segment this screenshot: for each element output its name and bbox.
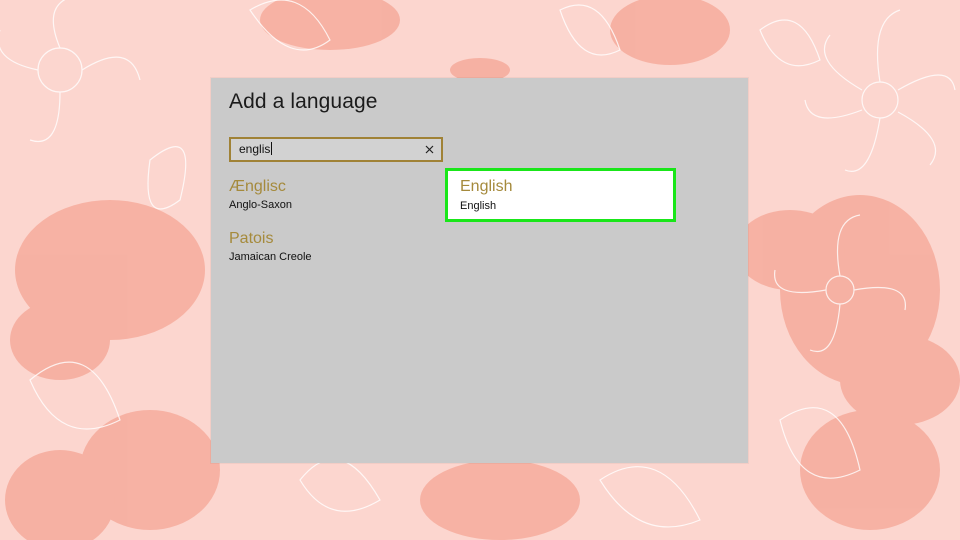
language-name: Ænglisc: [229, 178, 286, 195]
text-caret: [271, 142, 273, 155]
language-result-english[interactable]: English English: [445, 168, 676, 222]
language-native-name: Anglo-Saxon: [229, 199, 292, 211]
language-search-input[interactable]: englis: [239, 142, 273, 157]
language-name: English: [460, 178, 513, 195]
language-native-name: English: [460, 200, 497, 212]
language-search-box[interactable]: englis: [229, 137, 443, 162]
language-result-patois[interactable]: Patois Jamaican Creole: [229, 230, 449, 276]
search-input-text: englis: [239, 142, 271, 156]
add-language-dialog: Add a language englis Ænglisc Anglo-Saxo…: [211, 78, 748, 463]
language-native-name: Jamaican Creole: [229, 251, 312, 263]
language-name: Patois: [229, 230, 274, 247]
language-result-aenglisc[interactable]: Ænglisc Anglo-Saxon: [229, 178, 449, 224]
close-icon[interactable]: [423, 143, 436, 156]
dialog-title: Add a language: [229, 90, 378, 113]
